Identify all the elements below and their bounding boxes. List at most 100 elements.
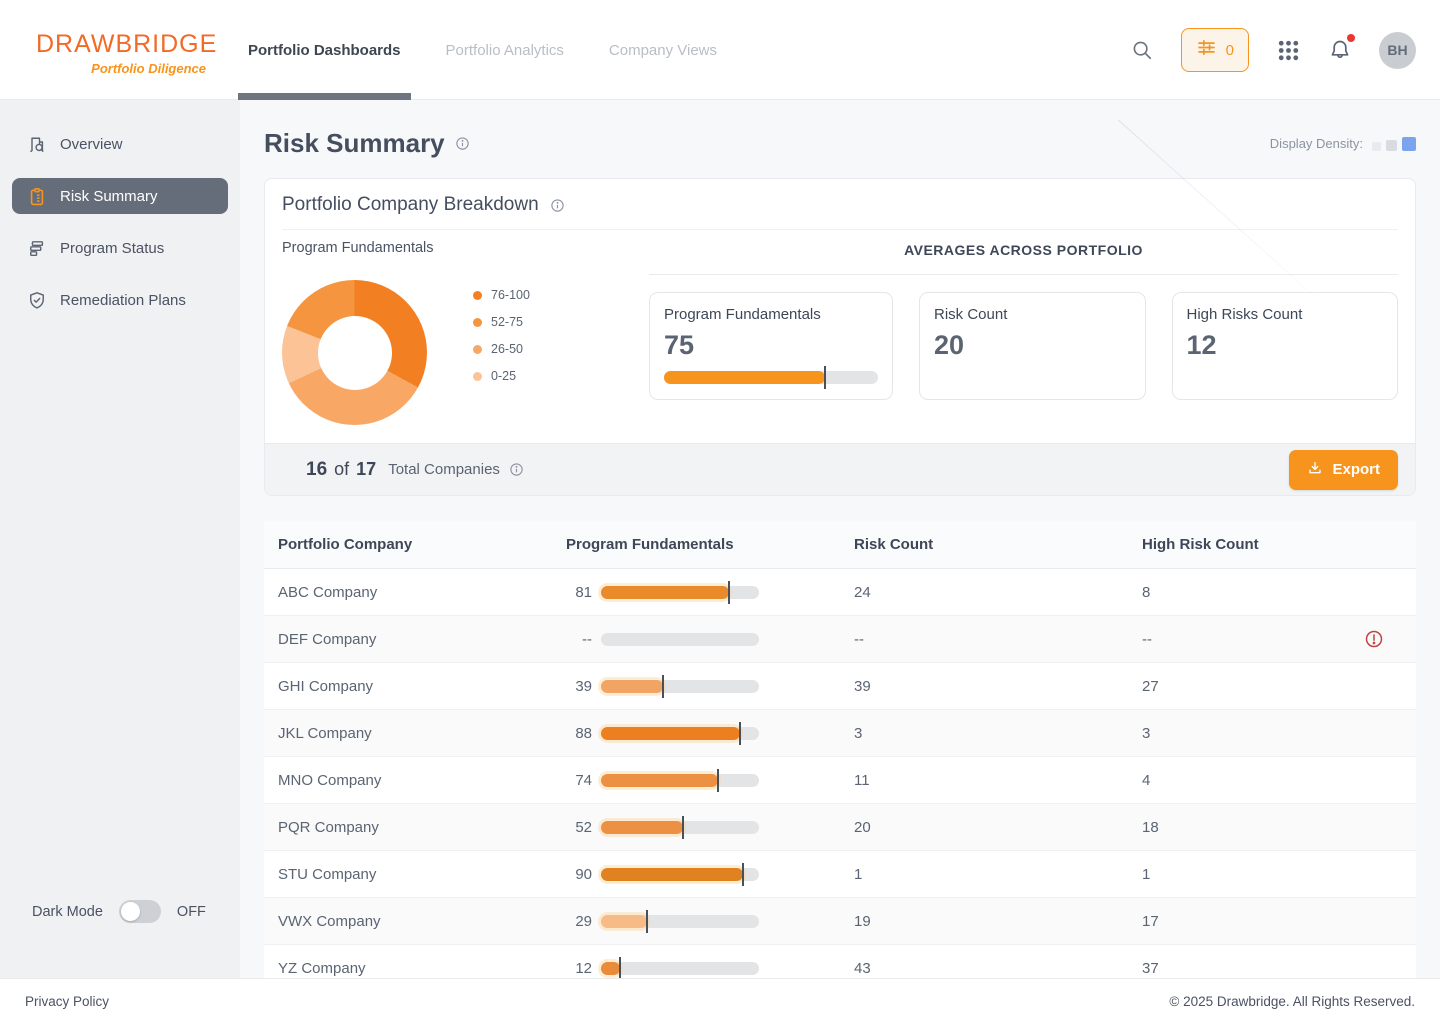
notification-dot [1347, 34, 1355, 42]
bar-marker [619, 957, 621, 979]
search-icon[interactable] [1129, 37, 1155, 63]
risk-count-value: 3 [854, 725, 1142, 742]
fundamentals-cell: 88 [566, 725, 854, 742]
display-density-label: Display Density: [1270, 136, 1363, 151]
average-card-label: Program Fundamentals [664, 306, 878, 323]
high-risk-count-value: 8 [1142, 584, 1416, 601]
table-row-def-company[interactable]: DEF Company------ [264, 616, 1416, 663]
fundamentals-value: 81 [566, 584, 592, 601]
average-card-program-fundamentals: Program Fundamentals 75 [649, 292, 893, 400]
main-content: Risk Summary Display Density: Portfolio … [240, 100, 1440, 978]
page-info-icon[interactable] [455, 136, 470, 151]
chart-metric-label: Program Fundamentals [282, 240, 649, 256]
primary-nav: Portfolio Dashboards Portfolio Analytics C… [248, 0, 717, 100]
bar-fill [601, 868, 743, 881]
alert-icon[interactable] [1364, 629, 1384, 649]
average-card-label: High Risks Count [1187, 306, 1384, 323]
density-option-3-selected[interactable] [1402, 137, 1416, 151]
notifications-bell-icon[interactable] [1327, 37, 1353, 63]
density-option-2[interactable] [1386, 140, 1397, 151]
table-row-jkl-company[interactable]: JKL Company8833 [264, 710, 1416, 757]
density-option-1[interactable] [1372, 142, 1381, 151]
total-companies-label: Total Companies [388, 461, 500, 478]
fundamentals-cell: -- [566, 631, 854, 648]
fundamentals-value: 90 [566, 866, 592, 883]
table-row-pqr-company[interactable]: PQR Company522018 [264, 804, 1416, 851]
fundamentals-bar [601, 586, 759, 599]
fundamentals-bar [601, 915, 759, 928]
average-progress-bar [664, 371, 878, 384]
risk-count-value: 43 [854, 960, 1142, 977]
program-status-icon [27, 238, 47, 258]
fundamentals-bar [601, 727, 759, 740]
brand-logo[interactable]: DRAWBRIDGE Portfolio Diligence [36, 30, 206, 76]
filter-button[interactable]: 0 [1181, 28, 1249, 72]
fundamentals-cell: 12 [566, 960, 854, 977]
legend-dot [473, 345, 482, 354]
column-header-risk-count: Risk Count [854, 536, 1142, 553]
company-name: ABC Company [264, 584, 566, 601]
fundamentals-bar [601, 680, 759, 693]
fundamentals-cell: 29 [566, 913, 854, 930]
nav-tab-portfolio-dashboards[interactable]: Portfolio Dashboards [248, 0, 401, 100]
risk-count-value: 11 [854, 772, 1142, 789]
table-row-yz-company[interactable]: YZ Company124337 [264, 945, 1416, 978]
bar-fill [601, 680, 663, 693]
company-name: STU Company [264, 866, 566, 883]
fundamentals-value: 39 [566, 678, 592, 695]
donut-chart[interactable] [282, 280, 427, 425]
table-row-ghi-company[interactable]: GHI Company393927 [264, 663, 1416, 710]
legend-label: 52-75 [491, 315, 523, 329]
table-row-vwx-company[interactable]: VWX Company291917 [264, 898, 1416, 945]
risk-count-value: 19 [854, 913, 1142, 930]
companies-of-word: of [334, 459, 349, 480]
risk-count-value: 39 [854, 678, 1142, 695]
legend-item-52-75: 52-75 [473, 315, 530, 329]
bar-marker [742, 863, 744, 886]
total-companies-info-icon[interactable] [509, 462, 524, 477]
sidebar-item-program-status[interactable]: Program Status [12, 230, 228, 266]
average-card-high-risks-count: High Risks Count12 [1172, 292, 1399, 400]
table-row-mno-company[interactable]: MNO Company74114 [264, 757, 1416, 804]
remediation-plans-icon [27, 290, 47, 310]
portfolio-breakdown-card: Portfolio Company Breakdown Program Fund… [264, 178, 1416, 444]
legend-dot [473, 318, 482, 327]
companies-shown-count: 16 [306, 459, 327, 481]
legend-item-0-25: 0-25 [473, 369, 530, 383]
dark-mode-toggle[interactable] [119, 900, 161, 923]
high-risk-count-value: 3 [1142, 725, 1416, 742]
apps-grid-icon[interactable] [1275, 37, 1301, 63]
table-row-abc-company[interactable]: ABC Company81248 [264, 569, 1416, 616]
sidebar-item-overview[interactable]: Overview [12, 126, 228, 162]
bar-fill [601, 962, 620, 975]
export-button[interactable]: Export [1289, 450, 1398, 490]
breakdown-info-icon[interactable] [550, 198, 565, 213]
high-risk-count-value: 18 [1142, 819, 1416, 836]
average-card-risk-count: Risk Count20 [919, 292, 1146, 400]
sidebar-item-risk-summary[interactable]: Risk Summary [12, 178, 228, 214]
average-card-value: 20 [934, 330, 1131, 361]
chart-legend: 76-10052-7526-500-25 [473, 288, 530, 425]
legend-dot [473, 291, 482, 300]
privacy-policy-link[interactable]: Privacy Policy [25, 994, 109, 1009]
nav-tab-portfolio-analytics[interactable]: Portfolio Analytics [446, 0, 564, 100]
column-header-program-fundamentals: Program Fundamentals [566, 536, 854, 553]
avatar[interactable]: BH [1379, 32, 1416, 69]
companies-total-count: 17 [356, 459, 376, 480]
toggle-knob [121, 902, 140, 921]
filter-count: 0 [1226, 42, 1234, 59]
sidebar-item-label: Overview [60, 136, 123, 153]
companies-table: Portfolio CompanyProgram FundamentalsRis… [264, 521, 1416, 978]
table-row-stu-company[interactable]: STU Company9011 [264, 851, 1416, 898]
sidebar: Overview Risk Summary Program Status Remedi… [0, 100, 240, 978]
nav-tab-company-views[interactable]: Company Views [609, 0, 717, 100]
dark-mode-label: Dark Mode [32, 904, 103, 920]
fundamentals-cell: 52 [566, 819, 854, 836]
export-label: Export [1332, 461, 1380, 478]
fundamentals-cell: 90 [566, 866, 854, 883]
sidebar-item-remediation-plans[interactable]: Remediation Plans [12, 282, 228, 318]
download-icon [1307, 460, 1323, 480]
average-card-value: 75 [664, 330, 878, 361]
top-bar: DRAWBRIDGE Portfolio Diligence Portfolio… [0, 0, 1440, 100]
fundamentals-value: -- [566, 631, 592, 648]
